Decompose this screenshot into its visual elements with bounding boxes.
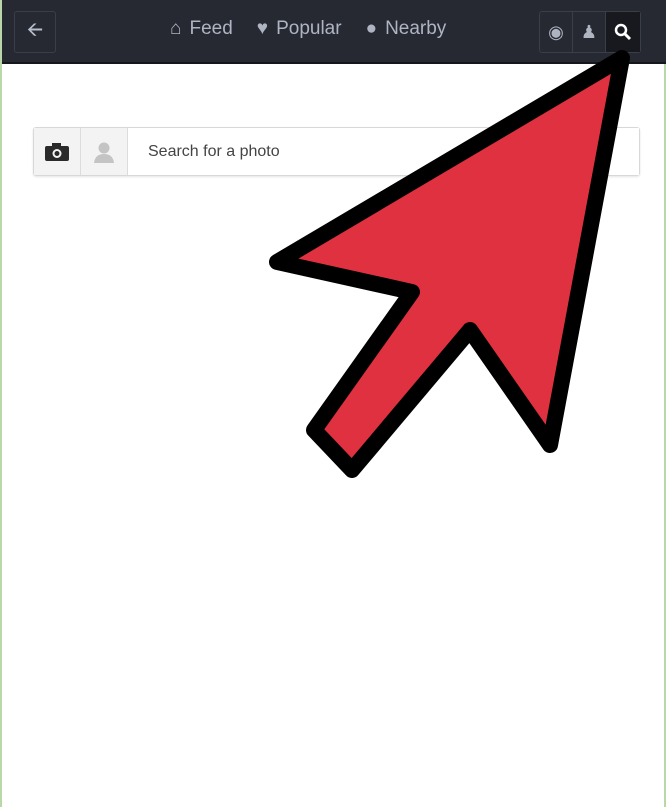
pointer-arrow-overlay	[269, 50, 630, 478]
arrow-shape	[269, 50, 630, 478]
